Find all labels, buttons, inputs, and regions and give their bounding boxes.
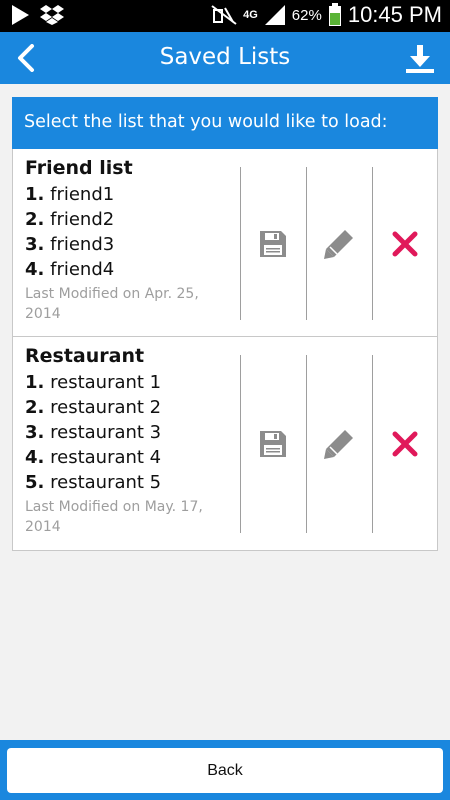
bottom-bar: Back xyxy=(0,740,450,800)
battery-percent: 62% xyxy=(291,6,322,24)
pencil-icon xyxy=(324,229,353,259)
list-name: Restaurant xyxy=(25,345,145,367)
play-icon xyxy=(12,5,29,25)
list-item: 5. restaurant 5 xyxy=(25,472,162,493)
panel-header: Select the list that you would like to l… xyxy=(12,97,438,149)
back-button[interactable]: Back xyxy=(7,748,443,793)
list-item: 3. restaurant 3 xyxy=(25,422,162,443)
app-bar: Saved Lists xyxy=(0,32,450,84)
save-list-button[interactable] xyxy=(240,167,306,320)
list-item: 4. restaurant 4 xyxy=(25,447,162,468)
page-title: Saved Lists xyxy=(159,44,291,70)
edit-list-button[interactable] xyxy=(306,167,372,320)
list-item: 1. friend1 xyxy=(25,184,115,205)
download-button[interactable] xyxy=(402,42,438,76)
save-list-button[interactable] xyxy=(240,355,306,533)
dropbox-icon xyxy=(40,5,64,25)
floppy-disk-icon xyxy=(260,431,286,457)
list-item: 3. friend3 xyxy=(25,234,115,255)
mute-icon xyxy=(211,5,237,25)
close-icon xyxy=(392,431,418,457)
list-item: 4. friend4 xyxy=(25,259,115,280)
list-card-friend[interactable]: Friend list 1. friend1 2. friend2 3. fri… xyxy=(12,149,438,337)
list-name: Friend list xyxy=(25,157,133,179)
pencil-icon xyxy=(324,430,353,459)
list-item: 2. restaurant 2 xyxy=(25,397,162,418)
list-info: Restaurant 1. restaurant 1 2. restaurant… xyxy=(25,345,245,537)
list-item: 2. friend2 xyxy=(25,209,115,230)
clock: 10:45 PM xyxy=(347,2,442,27)
battery-icon xyxy=(328,3,341,26)
list-info: Friend list 1. friend1 2. friend2 3. fri… xyxy=(25,157,245,324)
list-item: 1. restaurant 1 xyxy=(25,372,162,393)
delete-list-button[interactable] xyxy=(372,355,438,533)
close-icon xyxy=(392,231,418,256)
saved-lists-panel: Select the list that you would like to l… xyxy=(12,97,438,551)
last-modified: Last Modified on May. 17, 2014 xyxy=(25,499,203,535)
status-bar: 4G 62% 10:45 PM xyxy=(0,0,450,32)
delete-list-button[interactable] xyxy=(372,167,438,320)
floppy-disk-icon xyxy=(260,230,286,257)
list-card-restaurant[interactable]: Restaurant 1. restaurant 1 2. restaurant… xyxy=(12,337,438,551)
network-type: 4G xyxy=(243,9,258,21)
signal-icon xyxy=(264,5,285,25)
edit-list-button[interactable] xyxy=(306,355,372,533)
last-modified: Last Modified on Apr. 25, 2014 xyxy=(25,286,199,322)
download-icon xyxy=(406,45,434,73)
